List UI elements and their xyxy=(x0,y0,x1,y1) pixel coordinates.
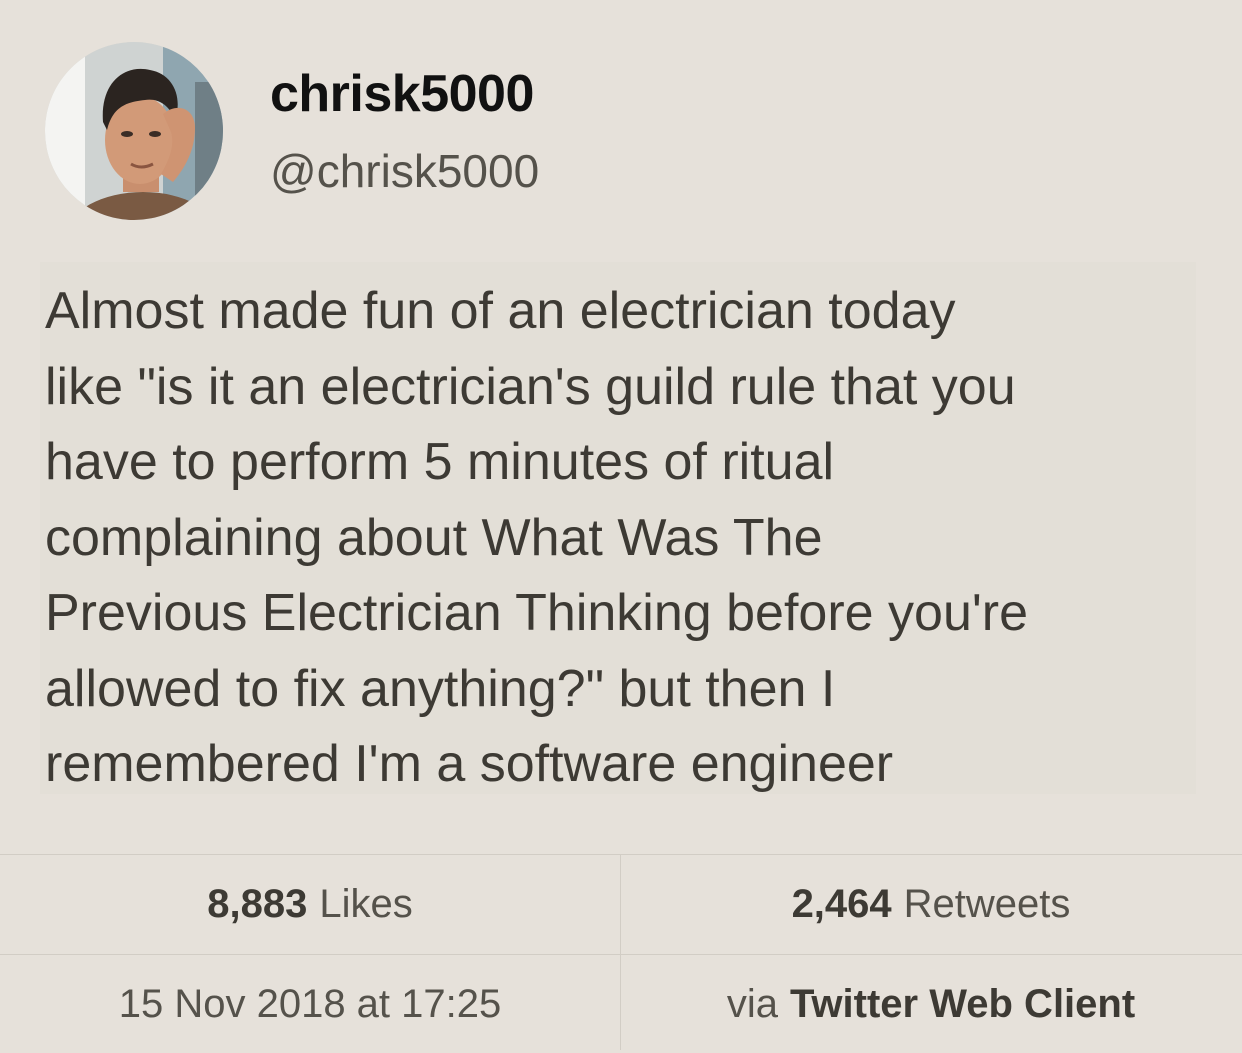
tweet-line: Almost made fun of an electrician today xyxy=(45,282,956,340)
retweets-stat[interactable]: 2,464 Retweets xyxy=(621,855,1241,953)
via-label: via xyxy=(726,981,778,1026)
tweet-line: like "is it an electrician's guild rule … xyxy=(45,357,1016,416)
tweet-timestamp[interactable]: 15 Nov 2018 at 17:25 xyxy=(0,955,620,1053)
tweet-body: Almost made fun of an electrician today … xyxy=(40,262,1196,794)
tweet-line: complaining about What Was The xyxy=(45,508,823,567)
likes-count: 8,883 xyxy=(207,881,308,926)
tweet-line: have to perform 5 minutes of ritual xyxy=(45,433,835,491)
retweets-count: 2,464 xyxy=(791,881,892,926)
tweet-stats: 8,883 Likes 2,464 Retweets 15 Nov 2018 at … xyxy=(0,854,1242,1050)
likes-label: Likes xyxy=(319,881,413,926)
tweet-header: chrisk5000 @chrisk5000 xyxy=(45,42,1195,222)
tweet-source[interactable]: via Twitter Web Client xyxy=(621,955,1241,1053)
avatar[interactable] xyxy=(45,42,223,220)
user-handle[interactable]: @chrisk5000 xyxy=(270,144,539,198)
client-name: Twitter Web Client xyxy=(789,981,1136,1026)
display-name[interactable]: chrisk5000 xyxy=(270,64,534,124)
tweet-line: Previous Electrician Thinking before you… xyxy=(45,584,1029,642)
tweet-line: allowed to fix anything?" but then I xyxy=(45,659,836,718)
timestamp-text: 15 Nov 2018 at 17:25 xyxy=(118,981,502,1026)
tweet-line: remembered I'm a software engineer xyxy=(45,735,894,793)
likes-stat[interactable]: 8,883 Likes xyxy=(0,855,620,953)
retweets-label: Retweets xyxy=(903,881,1071,926)
tweet-text: Almost made fun of an electrician today … xyxy=(45,274,1195,803)
profile-photo-icon xyxy=(45,42,223,220)
